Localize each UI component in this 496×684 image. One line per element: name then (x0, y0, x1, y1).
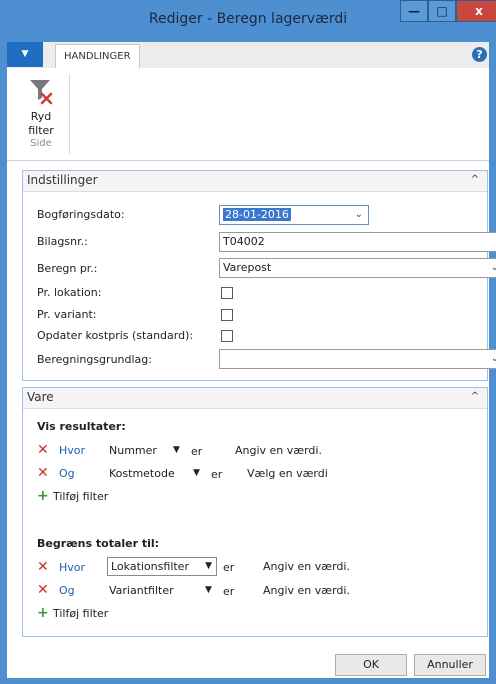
filter-value[interactable]: Angiv en værdi. (263, 560, 350, 573)
by-location-checkbox[interactable] (221, 287, 233, 299)
remove-filter-icon[interactable]: ✕ (37, 583, 49, 597)
filter-conj-and[interactable]: Og (59, 584, 75, 597)
show-results-heading: Vis resultater: (37, 420, 126, 433)
title-bar: Rediger - Beregn lagerværdi — □ x (0, 0, 496, 42)
ribbon: Ryd filter Side (7, 68, 489, 161)
clear-filter-label-1: Ryd (30, 110, 52, 123)
remove-filter-icon[interactable]: ✕ (37, 443, 49, 457)
chevron-down-icon[interactable]: ⌄ (355, 206, 363, 224)
filter-operator: er (211, 468, 223, 481)
filter-conj-where[interactable]: Hvor (59, 561, 85, 574)
filter-value[interactable]: Angiv en værdi. (263, 584, 350, 597)
by-location-label: Pr. lokation: (37, 286, 102, 299)
application-menu-button[interactable]: ▼ (7, 42, 43, 67)
dropdown-arrow-icon[interactable]: ▼ (205, 558, 212, 575)
maximize-button[interactable]: □ (428, 0, 456, 22)
filter-field: Lokationsfilter (111, 560, 189, 573)
by-variant-label: Pr. variant: (37, 308, 97, 321)
clear-filter-label-2: filter (28, 124, 54, 137)
settings-section-title: Indstillinger (27, 173, 98, 187)
filter-field[interactable]: Variantfilter (109, 584, 174, 597)
dropdown-arrow-icon[interactable]: ▼ (193, 468, 200, 478)
clear-filter-button[interactable]: Ryd filter (21, 76, 61, 137)
filter-field[interactable]: Nummer (109, 444, 157, 457)
settings-section: Indstillinger ^ Bogføringsdato: 28-01-20… (22, 170, 496, 381)
remove-filter-icon[interactable]: ✕ (37, 560, 49, 574)
filter-operator: er (223, 561, 235, 574)
remove-filter-icon[interactable]: ✕ (37, 466, 49, 480)
filter-conj-where[interactable]: Hvor (59, 444, 85, 457)
add-filter-icon[interactable]: + (37, 606, 49, 620)
posting-date-field[interactable]: 28-01-2016 ⌄ (219, 205, 369, 225)
filter-operator: er (191, 445, 203, 458)
add-filter-link[interactable]: Tilføj filter (53, 607, 108, 620)
filter-value[interactable]: Angiv en værdi. (235, 444, 322, 457)
filter-field-select[interactable]: Lokationsfilter ▼ (107, 557, 217, 576)
collapse-icon[interactable]: ^ (471, 174, 479, 185)
add-filter-icon[interactable]: + (37, 489, 49, 503)
update-std-cost-checkbox[interactable] (221, 330, 233, 342)
ribbon-group-label: Side (30, 138, 52, 149)
item-section: Vare ^ Vis resultater: ✕ Hvor Nummer ▼ e… (22, 387, 488, 637)
filter-conj-and[interactable]: Og (59, 467, 75, 480)
dropdown-arrow-icon[interactable]: ▼ (205, 585, 212, 595)
item-section-header[interactable]: Vare ^ (23, 388, 487, 409)
ribbon-tab-bar: ▼ HANDLINGER ? (7, 42, 489, 69)
help-icon[interactable]: ? (472, 47, 487, 62)
chevron-down-icon[interactable]: ⌄ (491, 350, 496, 368)
settings-section-header[interactable]: Indstillinger ^ (23, 171, 487, 192)
posting-date-value: 28-01-2016 (223, 208, 291, 221)
filter-field[interactable]: Kostmetode (109, 467, 175, 480)
by-variant-checkbox[interactable] (221, 309, 233, 321)
cancel-button[interactable]: Annuller (414, 654, 486, 676)
update-std-cost-label: Opdater kostpris (standard): (37, 329, 194, 342)
collapse-icon[interactable]: ^ (471, 391, 479, 402)
tab-handlinger[interactable]: HANDLINGER (55, 44, 140, 69)
item-section-title: Vare (27, 390, 54, 404)
limit-totals-heading: Begræns totaler til: (37, 537, 160, 550)
document-no-label: Bilagsnr.: (37, 235, 88, 248)
posting-date-label: Bogføringsdato: (37, 208, 125, 221)
ok-button[interactable]: OK (335, 654, 407, 676)
close-button[interactable]: x (456, 0, 496, 22)
add-filter-link[interactable]: Tilføj filter (53, 490, 108, 503)
document-no-field[interactable]: T04002 (219, 232, 496, 252)
calc-base-select[interactable]: ⌄ (219, 349, 496, 369)
minimize-button[interactable]: — (400, 0, 428, 22)
filter-value[interactable]: Vælg en værdi (247, 467, 328, 480)
ribbon-group-divider (69, 74, 70, 154)
clear-filter-icon (30, 80, 53, 105)
calc-base-label: Beregningsgrundlag: (37, 353, 152, 366)
dropdown-arrow-icon[interactable]: ▼ (173, 445, 180, 455)
chevron-down-icon[interactable]: ⌄ (491, 259, 496, 277)
calc-per-label: Beregn pr.: (37, 262, 98, 275)
calc-per-value: Varepost (223, 261, 272, 274)
filter-operator: er (223, 585, 235, 598)
calc-per-select[interactable]: Varepost ⌄ (219, 258, 496, 278)
